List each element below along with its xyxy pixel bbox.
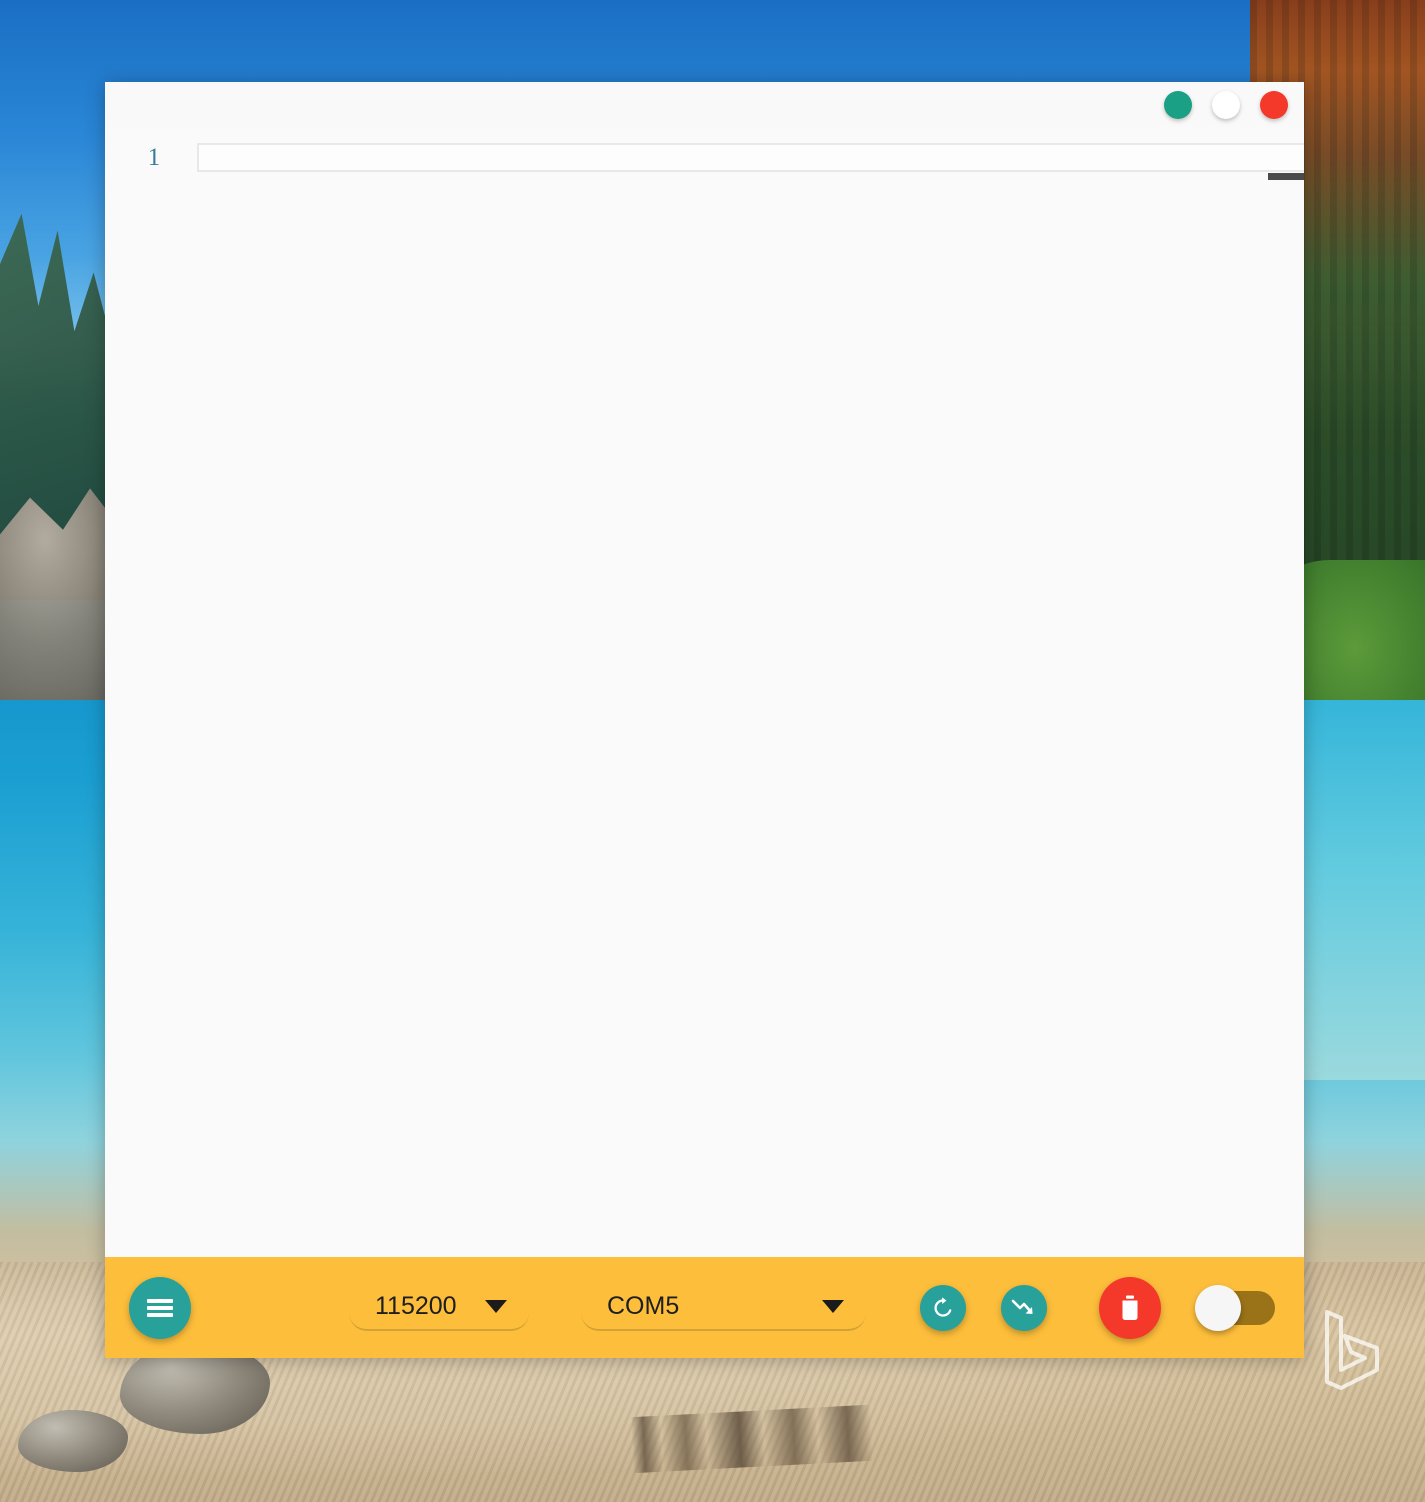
baud-rate-value: 115200 [375, 1292, 457, 1320]
send-line-row: 1 [105, 140, 1304, 174]
baud-rate-select[interactable]: 115200 [349, 1285, 529, 1331]
menu-button[interactable] [129, 1276, 191, 1339]
bing-watermark-icon [1325, 1310, 1379, 1390]
console-log-body [105, 187, 1304, 1257]
autoscroll-toggle[interactable] [1195, 1284, 1275, 1331]
clear-console-button[interactable] [1099, 1276, 1161, 1339]
refresh-icon [934, 1296, 952, 1317]
window-titlebar [105, 82, 1304, 127]
wallpaper-rock [18, 1410, 128, 1472]
chevron-down-icon [485, 1300, 507, 1313]
hamburger-icon [147, 1296, 173, 1320]
chevron-down-icon [822, 1300, 844, 1313]
close-button[interactable] [1260, 90, 1288, 119]
trash-icon [1122, 1295, 1138, 1320]
plotter-trend-down-icon [1011, 1299, 1033, 1314]
serial-plotter-button[interactable] [1001, 1284, 1047, 1331]
console-output-area: 1 [105, 127, 1304, 1257]
send-input[interactable] [197, 142, 1304, 172]
desktop-wallpaper: 1 115200 COM5 [0, 0, 1425, 1502]
serial-port-value: COM5 [607, 1292, 680, 1320]
toggle-knob [1195, 1284, 1241, 1331]
refresh-ports-button[interactable] [920, 1284, 966, 1331]
serial-port-select[interactable]: COM5 [581, 1285, 866, 1331]
line-number: 1 [147, 143, 161, 171]
bottom-toolbar: 115200 COM5 [105, 1257, 1304, 1358]
serial-monitor-window: 1 115200 COM5 [105, 82, 1304, 1358]
minimize-button[interactable] [1164, 90, 1192, 119]
console-scrollbar-thumb[interactable] [1268, 173, 1304, 180]
maximize-button[interactable] [1212, 90, 1240, 119]
